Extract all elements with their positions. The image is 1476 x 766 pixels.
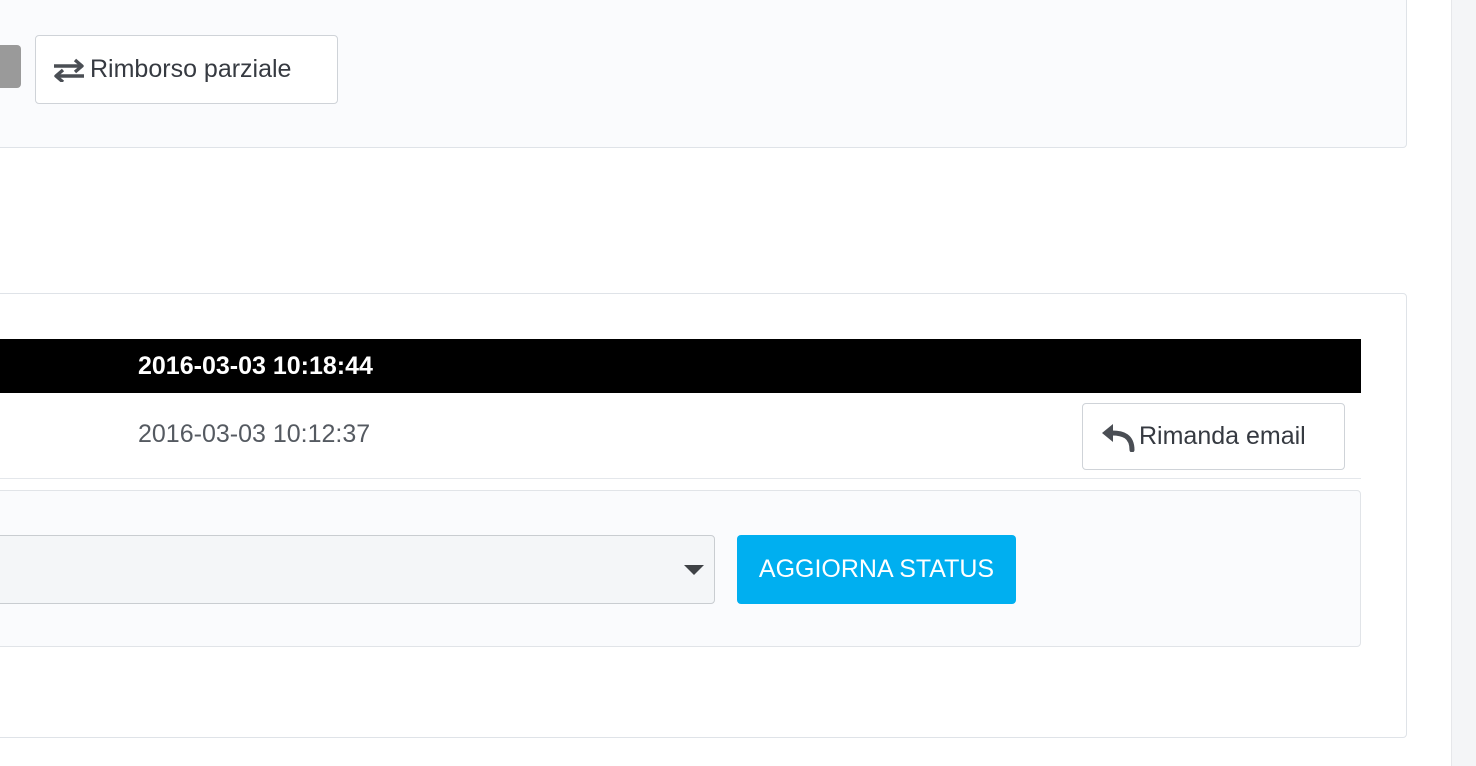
history-row: 2016-03-03 10:12:37 Rimanda email xyxy=(0,394,1361,479)
order-status-select[interactable] xyxy=(0,535,715,604)
update-status-button[interactable]: AGGIORNA STATUS xyxy=(737,535,1016,604)
history-row-current: 2016-03-03 10:18:44 xyxy=(0,339,1361,393)
update-status-form: AGGIORNA STATUS xyxy=(0,490,1361,647)
exchange-arrows-icon xyxy=(52,58,86,82)
caret-down-icon xyxy=(684,565,704,575)
resend-email-label: Rimanda email xyxy=(1139,422,1306,450)
history-row-date: 2016-03-03 10:12:37 xyxy=(138,420,371,448)
history-row-date: 2016-03-03 10:18:44 xyxy=(138,352,373,380)
resend-email-button[interactable]: Rimanda email xyxy=(1082,403,1345,470)
reply-arrow-icon xyxy=(1101,422,1135,452)
partial-refund-label: Rimborso parziale xyxy=(90,55,292,83)
scrollbar-gutter[interactable] xyxy=(1451,0,1476,766)
partial-refund-button[interactable]: Rimborso parziale xyxy=(35,35,338,104)
partially-visible-button[interactable] xyxy=(0,45,21,88)
